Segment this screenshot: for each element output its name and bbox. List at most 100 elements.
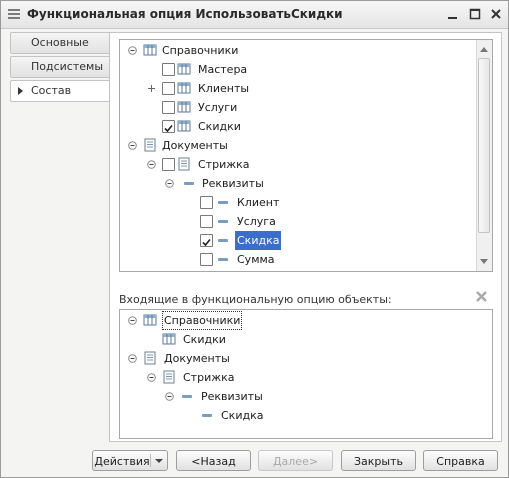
checkmark-icon	[202, 238, 211, 247]
functional-option-window: Функциональная опция ИспользоватьСкидки …	[0, 0, 509, 478]
include-checkbox[interactable]	[200, 253, 213, 266]
document-icon	[178, 157, 190, 171]
catalog-icon	[143, 44, 157, 56]
clear-included-icon[interactable]	[475, 290, 488, 303]
include-checkbox[interactable]	[200, 215, 213, 228]
tree-row-attr-service[interactable]: Услуга	[120, 212, 475, 231]
attribute-icon	[218, 220, 228, 223]
include-checkbox[interactable]	[162, 63, 175, 76]
scroll-up-icon[interactable]	[480, 47, 488, 52]
tab-subsystems[interactable]: Подсистемы	[10, 56, 110, 78]
tree-label: Справочники	[162, 44, 239, 57]
catalog-icon	[177, 101, 191, 113]
include-checkbox[interactable]	[162, 101, 175, 114]
collapse-icon[interactable]	[147, 373, 156, 382]
include-checkbox-checked[interactable]	[162, 120, 175, 133]
attribute-group-icon	[184, 182, 194, 185]
catalog-icon	[143, 314, 157, 326]
actions-separator	[150, 454, 151, 467]
help-button[interactable]: Справка	[423, 450, 498, 471]
tree-label: Реквизиты	[202, 177, 264, 190]
tree-label: Документы	[162, 139, 228, 152]
include-checkbox[interactable]	[200, 196, 213, 209]
window-menu-icon[interactable]	[8, 9, 20, 19]
close-button[interactable]: Закрыть	[341, 450, 416, 471]
included-objects-tree[interactable]: Справочники Скидки Документы Стрижка Рек…	[119, 309, 493, 439]
tab-main[interactable]: Основные	[10, 32, 110, 54]
tab-strip: Основные Подсистемы Состав	[10, 32, 110, 104]
attribute-icon	[202, 414, 212, 417]
tree-label: Услуги	[198, 101, 238, 114]
included-label: Стрижка	[183, 371, 235, 384]
maximize-icon	[469, 8, 481, 20]
tree-label: Стрижка	[198, 158, 250, 171]
tab-main-label: Основные	[31, 36, 89, 49]
tree-label: Мастера	[198, 63, 248, 76]
collapse-icon[interactable]	[128, 354, 137, 363]
tab-composition[interactable]: Состав	[10, 80, 110, 102]
scroll-down-icon[interactable]	[480, 259, 488, 264]
tree-label: Скидки	[198, 120, 241, 133]
close-icon	[491, 9, 501, 19]
collapse-icon[interactable]	[128, 141, 137, 150]
include-checkbox-checked[interactable]	[200, 234, 213, 247]
include-checkbox[interactable]	[162, 158, 175, 171]
included-row-discounts[interactable]: Скидки	[120, 330, 490, 349]
collapse-icon[interactable]	[128, 316, 137, 325]
catalog-icon	[162, 333, 176, 345]
included-objects-label: Входящие в функциональную опцию объекты:	[119, 293, 392, 306]
tree-row-attr-discount[interactable]: Скидка	[120, 231, 475, 250]
included-label: Скидки	[183, 333, 226, 346]
included-row-attr-discount[interactable]: Скидка	[120, 406, 490, 425]
tree-row-haircut[interactable]: Стрижка	[120, 155, 475, 174]
tree-row-services[interactable]: Услуги	[120, 98, 475, 117]
tree-row-catalogs[interactable]: Справочники	[120, 41, 475, 60]
checkmark-icon	[164, 124, 173, 133]
document-icon	[144, 138, 156, 152]
tree-label: Клиент	[237, 196, 280, 209]
close-window-button[interactable]	[488, 6, 504, 22]
collapse-icon[interactable]	[165, 392, 174, 401]
included-label: Справочники	[162, 311, 243, 330]
included-label: Скидка	[221, 409, 264, 422]
include-checkbox[interactable]	[162, 82, 175, 95]
collapse-icon[interactable]	[165, 179, 174, 188]
included-row-attributes[interactable]: Реквизиты	[120, 387, 490, 406]
tree-row-attributes[interactable]: Реквизиты	[120, 174, 475, 193]
included-row-documents[interactable]: Документы	[120, 349, 490, 368]
included-row-catalogs[interactable]: Справочники	[120, 311, 490, 330]
tree-row-attr-sum[interactable]: Сумма	[120, 250, 475, 269]
back-label: <Назад	[191, 455, 236, 468]
tab-composition-label: Состав	[31, 84, 72, 97]
maximize-button[interactable]	[467, 6, 483, 22]
collapse-icon[interactable]	[128, 46, 137, 55]
tree-label: Сумма	[237, 253, 275, 266]
actions-button[interactable]: Действия	[92, 450, 168, 471]
help-label: Справка	[436, 455, 485, 468]
attribute-icon	[218, 258, 228, 261]
back-button[interactable]: <Назад	[176, 450, 251, 471]
tree-row-masters[interactable]: Мастера	[120, 60, 475, 79]
catalog-icon	[177, 82, 191, 94]
close-label: Закрыть	[354, 455, 403, 468]
document-icon	[163, 370, 175, 384]
included-label: Реквизиты	[201, 390, 263, 403]
tree-row-attr-client[interactable]: Клиент	[120, 193, 475, 212]
tree-row-documents[interactable]: Документы	[120, 136, 475, 155]
catalog-icon	[177, 63, 191, 75]
scroll-thumb[interactable]	[478, 58, 490, 233]
attribute-icon	[218, 239, 228, 242]
included-row-haircut[interactable]: Стрижка	[120, 368, 490, 387]
expand-icon[interactable]	[147, 84, 156, 93]
tree-row-discounts[interactable]: Скидки	[120, 117, 475, 136]
actions-label: Действия	[94, 455, 150, 468]
composition-tree[interactable]: Справочники Мастера Клиенты Услуги Скидк…	[119, 39, 493, 272]
tree-row-clients[interactable]: Клиенты	[120, 79, 475, 98]
next-button[interactable]: Далее>	[258, 450, 333, 471]
composition-panel: Справочники Мастера Клиенты Услуги Скидк…	[109, 32, 502, 442]
minimize-button[interactable]	[445, 6, 461, 22]
collapse-icon[interactable]	[147, 160, 156, 169]
catalog-icon	[177, 120, 191, 132]
chevron-down-icon	[155, 459, 163, 463]
composition-tree-scrollbar[interactable]	[476, 40, 492, 271]
